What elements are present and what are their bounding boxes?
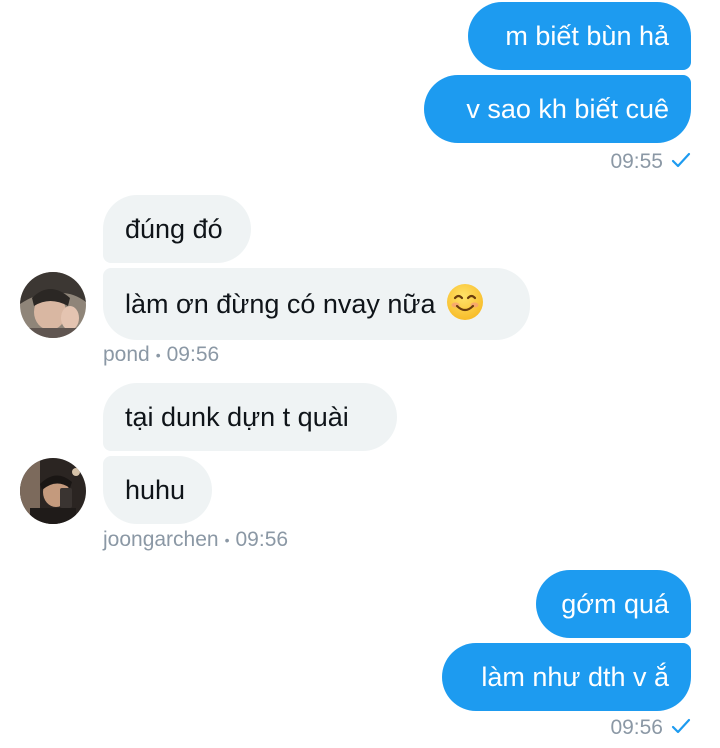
sender-name[interactable]: pond	[103, 343, 150, 367]
sender-name[interactable]: joongarchen	[103, 528, 219, 552]
message-meta: joongarchen • 09:56	[103, 527, 288, 553]
message-meta: 09:55	[610, 149, 691, 175]
message-bubble-outgoing[interactable]: gớm quá	[536, 570, 691, 638]
message-text: làm như dth v ắ	[481, 661, 669, 692]
message-text: gớm quá	[561, 588, 669, 619]
message-meta: 09:56	[610, 715, 691, 741]
message-text: đúng đó	[125, 213, 223, 244]
avatar[interactable]	[20, 458, 86, 524]
message-text: huhu	[125, 474, 186, 505]
message-bubble-incoming[interactable]: tại dunk dựn t quài	[103, 383, 397, 451]
message-bubble-outgoing[interactable]: m biết bùn hả	[468, 2, 691, 70]
smiling-face-emoji	[446, 283, 484, 326]
message-text: m biết bùn hả	[505, 20, 669, 51]
meta-separator: •	[224, 532, 230, 548]
message-text: v sao kh biết cuê	[466, 93, 669, 124]
message-bubble-outgoing[interactable]: v sao kh biết cuê	[424, 75, 691, 143]
timestamp: 09:56	[166, 343, 220, 366]
message-text: tại dunk dựn t quài	[125, 401, 349, 432]
message-bubble-incoming[interactable]: làm ơn đừng có nvay nữa	[103, 268, 530, 340]
timestamp: 09:56	[235, 528, 289, 551]
timestamp: 09:55	[610, 150, 663, 173]
message-meta: pond • 09:56	[103, 342, 219, 368]
meta-separator: •	[155, 347, 161, 363]
message-bubble-outgoing[interactable]: làm như dth v ắ	[442, 643, 691, 711]
check-icon	[671, 150, 691, 174]
check-icon	[671, 716, 691, 740]
timestamp: 09:56	[610, 716, 663, 739]
avatar[interactable]	[20, 272, 86, 338]
message-bubble-incoming[interactable]: đúng đó	[103, 195, 251, 263]
message-bubble-incoming[interactable]: huhu	[103, 456, 212, 524]
message-text: làm ơn đừng có nvay nữa	[125, 288, 436, 319]
